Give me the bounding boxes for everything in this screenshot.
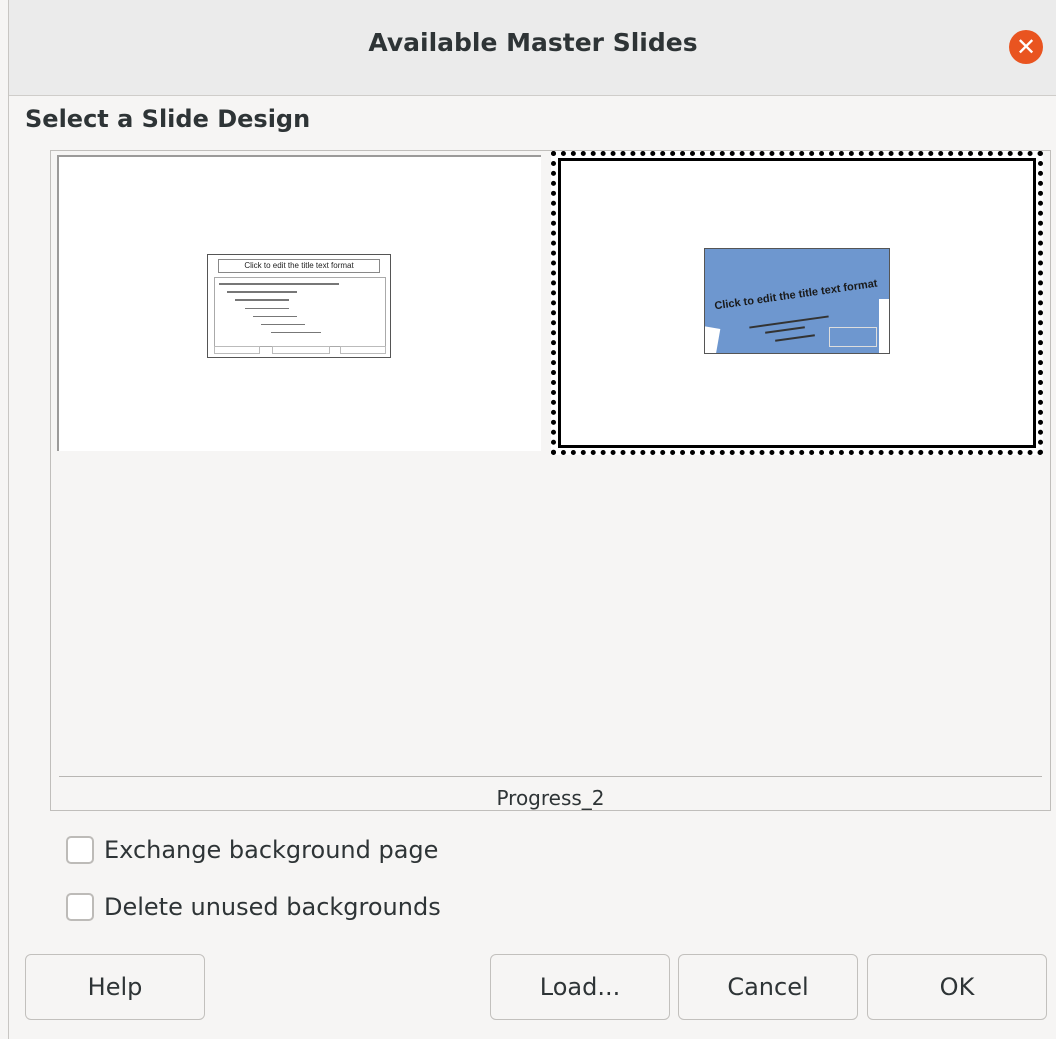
load-button[interactable]: Load... <box>490 954 670 1020</box>
section-label: Select a Slide Design <box>25 105 311 133</box>
slide-design-list[interactable]: Click to edit the title text format Clic… <box>50 150 1051 811</box>
progress-slide-preview: Click to edit the title text format <box>704 248 890 354</box>
dialog-title: Available Master Slides <box>368 28 698 57</box>
list-divider <box>59 776 1042 777</box>
master-slides-dialog: Available Master Slides ✕ Select a Slide… <box>8 0 1056 1039</box>
cancel-button[interactable]: Cancel <box>678 954 858 1020</box>
delete-unused-checkbox[interactable] <box>66 893 94 921</box>
help-button[interactable]: Help <box>25 954 205 1020</box>
default-slide-preview: Click to edit the title text format <box>207 254 391 358</box>
preview-title: Click to edit the title text format <box>218 259 380 273</box>
design-thumbnail-progress[interactable]: Click to edit the title text format <box>551 151 1043 455</box>
exchange-background-checkbox[interactable] <box>66 836 94 864</box>
close-icon: ✕ <box>1015 33 1037 61</box>
title-bar: Available Master Slides ✕ <box>9 0 1056 96</box>
close-button[interactable]: ✕ <box>1009 30 1043 64</box>
design-thumbnail-default[interactable]: Click to edit the title text format <box>57 155 541 451</box>
exchange-background-label[interactable]: Exchange background page <box>104 836 438 864</box>
delete-unused-label[interactable]: Delete unused backgrounds <box>104 893 441 921</box>
exchange-background-option[interactable]: Exchange background page <box>66 836 438 864</box>
ok-button[interactable]: OK <box>867 954 1047 1020</box>
delete-unused-option[interactable]: Delete unused backgrounds <box>66 893 441 921</box>
preview-title: Click to edit the title text format <box>713 277 879 313</box>
selected-design-name: Progress_2 <box>496 786 605 810</box>
preview-outline <box>214 277 386 347</box>
